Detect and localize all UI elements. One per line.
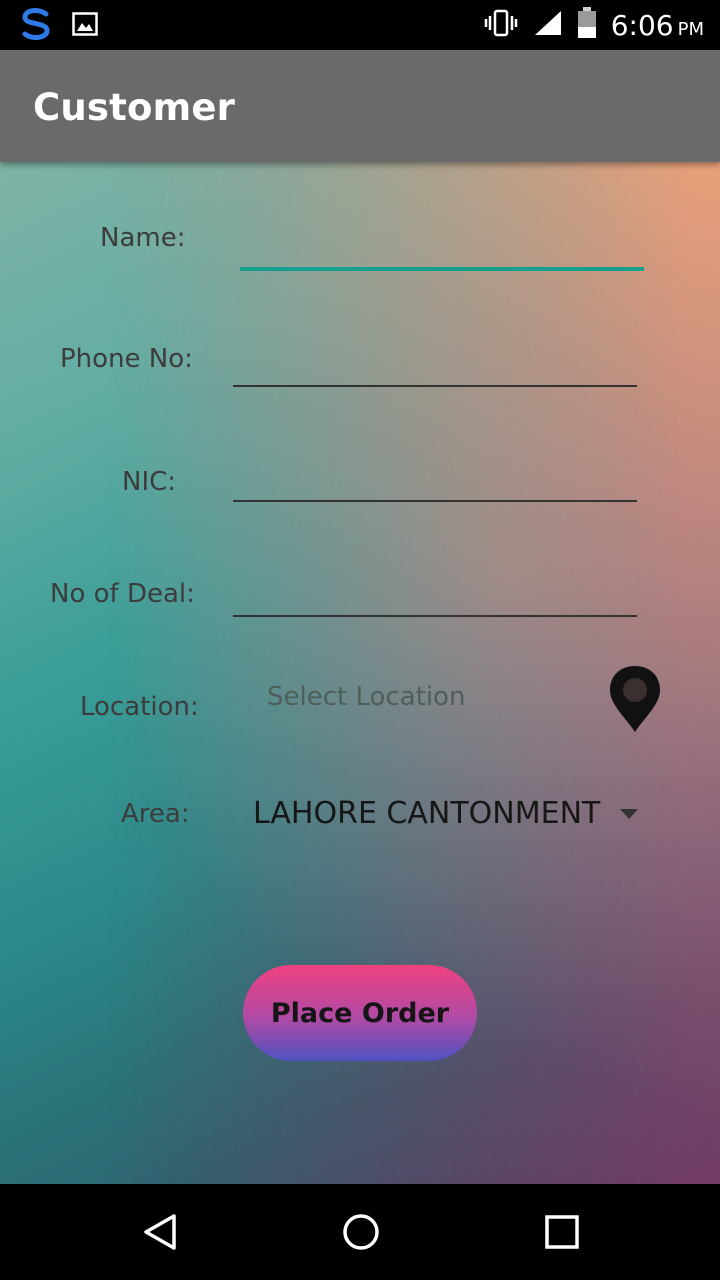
deal-field-underline — [233, 615, 637, 617]
name-field[interactable] — [240, 218, 644, 270]
area-dropdown[interactable]: LAHORE CANTONMENT — [253, 790, 645, 840]
dropdown-arrow-icon — [620, 809, 638, 819]
place-order-button[interactable]: Place Order — [243, 965, 477, 1061]
image-notification-icon — [72, 12, 98, 41]
app-bar: Customer — [0, 50, 720, 162]
deal-label: No of Deal: — [50, 579, 195, 609]
battery-icon — [577, 6, 597, 44]
vibrate-icon — [483, 8, 519, 43]
name-label: Name: — [100, 223, 186, 253]
deal-field[interactable] — [233, 566, 637, 616]
name-field-underline — [240, 267, 644, 271]
area-label: Area: — [121, 799, 190, 829]
customer-form: Name: Phone No: NIC: No of Deal: Locatio… — [0, 162, 720, 1184]
status-bar: 6:06 PM — [0, 0, 720, 50]
page-title: Customer — [33, 86, 236, 129]
signal-icon — [533, 9, 563, 42]
phone-label: Phone No: — [60, 344, 193, 374]
swype-icon — [18, 6, 54, 47]
recents-icon[interactable] — [542, 1212, 582, 1257]
phone-field-underline — [233, 385, 637, 387]
navigation-bar — [0, 1184, 720, 1280]
nic-field[interactable] — [233, 452, 637, 502]
phone-field[interactable] — [233, 336, 637, 386]
home-icon[interactable] — [341, 1212, 381, 1257]
location-pin-icon[interactable] — [608, 664, 662, 739]
select-location-field[interactable]: Select Location — [267, 682, 465, 712]
nic-field-underline — [233, 500, 637, 502]
area-selected-value: LAHORE CANTONMENT — [253, 796, 601, 831]
nic-label: NIC: — [122, 467, 177, 497]
clock: 6:06 PM — [610, 8, 704, 42]
back-icon[interactable] — [140, 1212, 180, 1257]
location-label: Location: — [80, 692, 199, 722]
